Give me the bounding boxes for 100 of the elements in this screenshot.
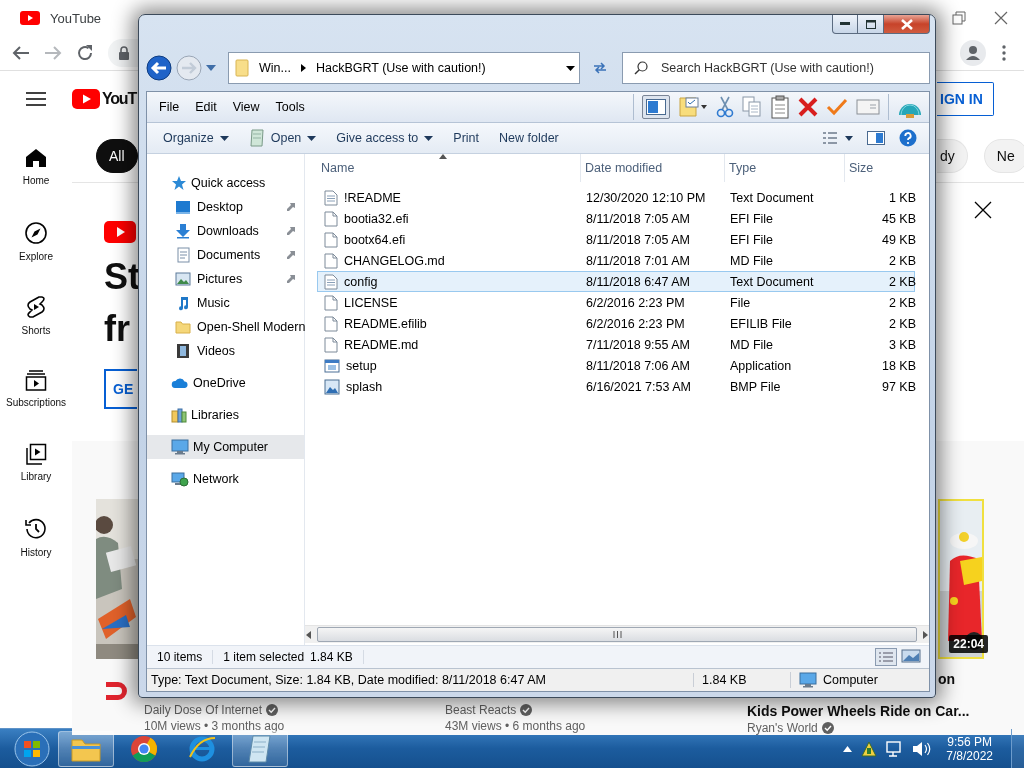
nav-item[interactable]: Desktop	[147, 195, 304, 219]
logo-text[interactable]: YouT	[102, 90, 136, 108]
dropdown-icon[interactable]	[566, 65, 575, 71]
reload-icon[interactable]	[76, 44, 94, 62]
menu-item[interactable]: File	[151, 100, 188, 114]
sidebar-item[interactable]: Shorts	[0, 289, 72, 363]
video-title[interactable]: Kids Power Wheels Ride on Car...	[747, 703, 1024, 719]
size-cell-text: 1 KB	[887, 190, 917, 205]
file-row[interactable]: bootia32.efi 8/11/2018 7:05 AM EFI File 45 KB	[317, 208, 915, 229]
file-row[interactable]: CHANGELOG.md 8/11/2018 7:01 AM MD File 2 KB	[317, 250, 915, 271]
nav-item[interactable]: Quick access	[147, 171, 304, 195]
sidebar-item[interactable]: Explore	[0, 215, 72, 289]
video-title[interactable]: on	[938, 671, 1024, 687]
maximize-button[interactable]	[858, 15, 884, 34]
nav-item[interactable]: Documents	[147, 243, 304, 267]
menu-item[interactable]: Tools	[267, 100, 313, 114]
scroll-thumb[interactable]	[317, 627, 917, 642]
paste-icon[interactable]	[770, 95, 790, 119]
file-row[interactable]: !README 12/30/2020 12:10 PM Text Document 1 KB	[317, 187, 915, 208]
horizontal-scrollbar[interactable]	[305, 625, 929, 643]
cut-icon[interactable]	[716, 96, 734, 118]
preview-pane-button[interactable]	[642, 95, 670, 119]
column-header[interactable]: Name	[317, 154, 581, 182]
file-row[interactable]: config 8/11/2018 6:47 AM Text Document 2 KB	[317, 271, 915, 292]
nav-item[interactable]: OneDrive	[147, 371, 304, 395]
minimize-button[interactable]	[832, 15, 858, 34]
large-icons-view-icon[interactable]	[901, 648, 921, 664]
date-cell-text: 8/11/2018 7:01 AM	[585, 253, 692, 268]
refresh-icon[interactable]	[592, 61, 608, 75]
close-icon[interactable]	[974, 201, 992, 219]
command-button[interactable]: Print	[445, 126, 487, 150]
help-icon[interactable]	[899, 129, 917, 147]
back-icon[interactable]	[12, 45, 30, 61]
breadcrumb-arrow-icon[interactable]	[300, 64, 306, 72]
breadcrumb[interactable]: HackBGRT (Use with caution!)	[315, 61, 486, 75]
restore-icon[interactable]	[952, 11, 966, 25]
taskbar-button[interactable]	[58, 730, 114, 767]
sidebar-item[interactable]: Home	[0, 141, 72, 215]
file-row[interactable]: LICENSE 6/2/2016 2:23 PM File 2 KB	[317, 292, 915, 313]
scroll-right-icon[interactable]	[921, 630, 929, 639]
properties-icon[interactable]	[678, 96, 708, 118]
selection-size: 1.84 KB	[308, 650, 364, 664]
nav-item[interactable]: Pictures	[147, 267, 304, 291]
menu-item[interactable]: Edit	[187, 100, 225, 114]
file-name: setup	[346, 358, 377, 373]
nav-item[interactable]: Downloads	[147, 219, 304, 243]
address-field[interactable]: Win... HackBGRT (Use with caution!)	[228, 52, 580, 84]
action-center-icon[interactable]	[860, 739, 879, 758]
channel-name[interactable]: Daily Dose Of Internet	[144, 703, 263, 717]
more-icon[interactable]	[1002, 45, 1006, 61]
file-row[interactable]: README.md 7/11/2018 9:55 AM MD File 3 KB	[317, 334, 915, 355]
command-button[interactable]: New folder	[491, 126, 567, 150]
command-button[interactable]: Open	[240, 126, 325, 150]
clock[interactable]: 9:56 PM 7/8/2022	[946, 734, 993, 763]
nav-item[interactable]: Music	[147, 291, 304, 315]
sidebar-item[interactable]: Subscriptions	[0, 363, 72, 437]
command-button[interactable]: Give access to	[328, 126, 442, 150]
column-header[interactable]: Type	[725, 154, 845, 182]
size-cell-text: 45 KB	[880, 211, 917, 226]
file-row[interactable]: setup 8/11/2018 7:06 AM Application 18 KB	[317, 355, 915, 376]
back-icon[interactable]	[146, 55, 172, 81]
file-row[interactable]: bootx64.efi 8/11/2018 7:05 AM EFI File 49 KB	[317, 229, 915, 250]
nav-item[interactable]: Open-Shell Modern	[147, 315, 304, 339]
sign-in-button[interactable]: IGN IN	[937, 82, 994, 116]
menu-item[interactable]: View	[224, 100, 268, 114]
volume-icon[interactable]	[912, 740, 933, 757]
file-row[interactable]: splash 6/16/2021 7:53 AM BMP File 97 KB	[317, 376, 915, 397]
filter-chip[interactable]: Ne	[983, 139, 1024, 173]
column-header[interactable]: Size	[845, 154, 919, 182]
breadcrumb[interactable]: Win...	[259, 61, 291, 75]
menu-icon[interactable]	[26, 92, 46, 106]
sidebar-item[interactable]: History	[0, 511, 72, 585]
view-options-icon[interactable]	[823, 132, 853, 144]
check-icon[interactable]	[826, 98, 848, 116]
nav-item[interactable]: Network	[147, 467, 304, 491]
command-button[interactable]: Organize	[155, 126, 237, 150]
show-desktop-button[interactable]	[1011, 728, 1024, 768]
delete-icon[interactable]	[798, 97, 818, 117]
size-cell-text: 2 KB	[887, 274, 917, 289]
column-header[interactable]: Date modified	[581, 154, 725, 182]
sidebar-item[interactable]: Library	[0, 437, 72, 511]
nav-item[interactable]: Libraries	[147, 403, 304, 427]
get-button[interactable]: GE	[104, 369, 137, 409]
profile-icon[interactable]	[960, 40, 986, 66]
nav-item[interactable]: My Computer	[147, 435, 304, 459]
filter-chip[interactable]: All	[96, 139, 138, 173]
channel-name[interactable]: Beast Reacts	[445, 703, 517, 717]
file-row[interactable]: README.efilib 6/2/2016 2:23 PM EFILIB File 2 KB	[317, 313, 915, 334]
search-field[interactable]: Search HackBGRT (Use with caution!)	[622, 52, 930, 84]
file-icon	[324, 336, 338, 353]
preview-pane-icon[interactable]	[867, 131, 885, 145]
filter-chip[interactable]: dy	[937, 139, 968, 173]
nav-item[interactable]: Videos	[147, 339, 304, 363]
show-hidden-icon[interactable]	[843, 745, 853, 752]
history-dropdown-icon[interactable]	[206, 65, 216, 71]
close-button[interactable]	[884, 15, 930, 34]
scroll-left-icon[interactable]	[305, 630, 313, 639]
tab-title[interactable]: YouTube	[50, 10, 102, 26]
channel-name[interactable]: Ryan's World	[747, 721, 818, 735]
file-name: bootx64.efi	[344, 232, 406, 247]
